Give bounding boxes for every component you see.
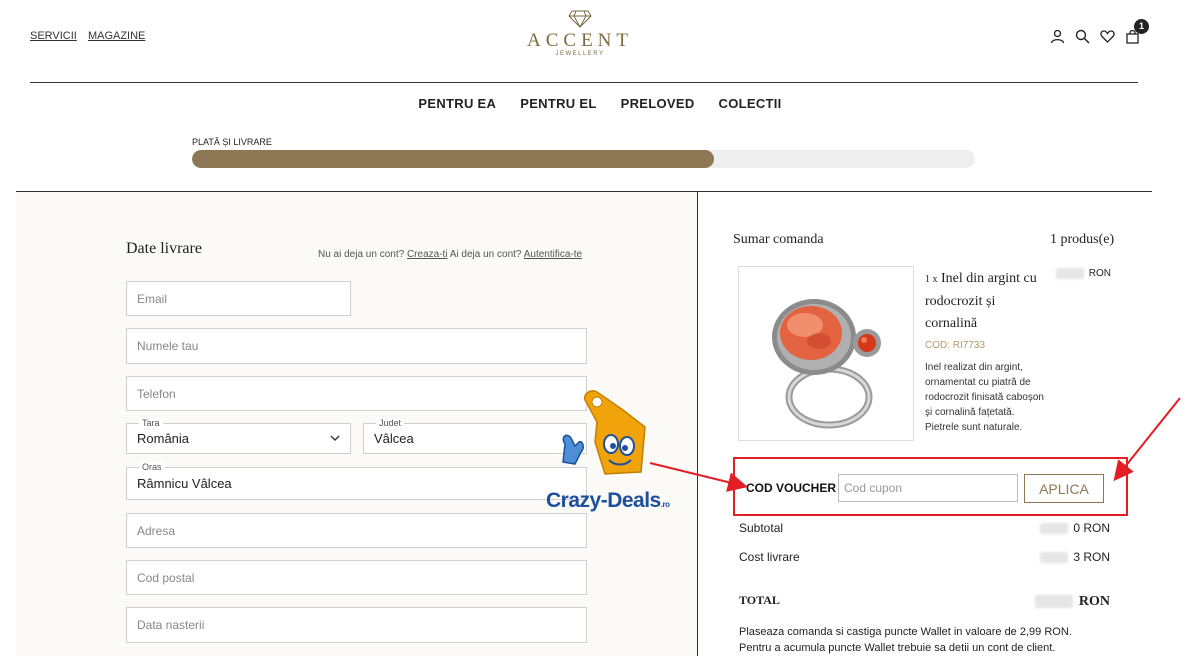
- login-link[interactable]: Autentifica-te: [524, 249, 582, 260]
- cart-count-badge: 1: [1134, 19, 1149, 34]
- county-value: Vâlcea: [374, 431, 414, 446]
- progress-fill: [192, 150, 715, 168]
- checkout-progress-bar: [192, 150, 975, 168]
- brand-logo[interactable]: ACCENT JEWELLERY: [500, 10, 660, 57]
- apply-voucher-button[interactable]: APLICA: [1024, 474, 1104, 503]
- subtotal-value: 0 RON: [1039, 521, 1110, 535]
- product-title: Inel din argint cu rodocrozit și cornali…: [925, 271, 1037, 331]
- blurred-shipping: [1039, 552, 1068, 564]
- product-price: RON: [1056, 268, 1111, 279]
- top-links: SERVICII MAGAZINE: [30, 30, 153, 42]
- form-title: Date livrare: [126, 240, 202, 257]
- ring-image: [772, 299, 881, 429]
- product-code: COD: RI7733: [925, 340, 986, 351]
- email-field[interactable]: Email: [126, 281, 351, 316]
- main-nav: PENTRU EA PENTRU EL PRELOVED COLECTII: [0, 96, 1200, 111]
- nav-colectii[interactable]: COLECTII: [719, 96, 782, 111]
- name-field[interactable]: Numele tau: [126, 328, 587, 364]
- search-icon[interactable]: [1075, 29, 1090, 44]
- blurred-price: [1056, 268, 1084, 279]
- diamond-icon: [568, 10, 592, 28]
- header-icons: 1: [1050, 19, 1149, 44]
- voucher-input[interactable]: Cod cupon: [838, 474, 1018, 502]
- no-account-text: Nu ai deja un cont?: [318, 249, 405, 260]
- country-value: România: [137, 431, 190, 446]
- summary-count: 1 produs(e): [1050, 232, 1115, 247]
- postal-code-field[interactable]: Cod postal: [126, 560, 587, 595]
- progress-label: PLATĂ ȘI LIVRARE: [192, 137, 272, 147]
- subtotal-suffix: 0 RON: [1073, 521, 1110, 535]
- subtotal-label: Subtotal: [739, 521, 784, 535]
- chevron-down-icon: [330, 435, 340, 441]
- voucher-label: COD VOUCHER: [746, 481, 837, 495]
- header-divider: [30, 82, 1138, 83]
- wallet-points-note: Plaseaza comanda si castiga puncte Walle…: [739, 626, 1072, 654]
- nav-pentru-ea[interactable]: PENTRU EA: [418, 96, 496, 111]
- create-account-link[interactable]: Creaza-ti: [407, 249, 448, 260]
- watermark-suffix: .ro: [660, 500, 670, 509]
- shipping-label: Cost livrare: [739, 550, 800, 564]
- brand-name: ACCENT: [527, 30, 633, 51]
- total-value: RON: [1035, 594, 1110, 610]
- birthdate-field[interactable]: Data nasterii: [126, 607, 587, 643]
- product-description: Inel realizat din argint, ornamentat cu …: [925, 362, 1044, 433]
- servicii-link[interactable]: SERVICII: [30, 30, 77, 42]
- blurred-total: [1035, 595, 1074, 609]
- address-field[interactable]: Adresa: [126, 513, 587, 548]
- product-name[interactable]: 1 x Inel din argint cu rodocrozit și cor…: [925, 268, 1050, 335]
- country-select[interactable]: Tara România: [126, 418, 351, 454]
- product-qty: 1 x: [925, 274, 938, 285]
- nav-pentru-el[interactable]: PENTRU EL: [520, 96, 596, 111]
- column-divider: [697, 191, 698, 656]
- shipping-suffix: 3 RON: [1073, 550, 1110, 564]
- product-currency: RON: [1088, 268, 1112, 280]
- blurred-subtotal: [1039, 523, 1068, 535]
- watermark-brand: Crazy-Deals: [546, 489, 661, 512]
- shipping-value: 3 RON: [1039, 550, 1110, 564]
- total-suffix: RON: [1078, 594, 1110, 609]
- brand-subtitle: JEWELLERY: [555, 51, 605, 57]
- summary-title: Sumar comanda: [733, 232, 824, 247]
- county-label: Judet: [376, 418, 405, 428]
- watermark-text: Crazy-Deals.ro: [546, 489, 670, 513]
- cart-icon[interactable]: 1: [1125, 19, 1149, 44]
- magazine-link[interactable]: MAGAZINE: [88, 30, 145, 42]
- phone-field[interactable]: Telefon: [126, 376, 587, 411]
- city-value: Râmnicu Vâlcea: [137, 476, 232, 491]
- total-label: TOTAL: [739, 593, 780, 607]
- country-label: Tara: [139, 418, 163, 428]
- account-note: Nu ai deja un cont? Creaza-ti Ai deja un…: [318, 249, 582, 260]
- has-account-text: Ai deja un cont?: [449, 249, 522, 260]
- city-label: Oras: [139, 462, 165, 472]
- heart-icon[interactable]: [1100, 29, 1115, 44]
- city-field[interactable]: Oras Râmnicu Vâlcea: [126, 462, 587, 500]
- nav-preloved[interactable]: PRELOVED: [621, 96, 695, 111]
- product-image[interactable]: [738, 266, 914, 441]
- user-icon[interactable]: [1050, 29, 1065, 44]
